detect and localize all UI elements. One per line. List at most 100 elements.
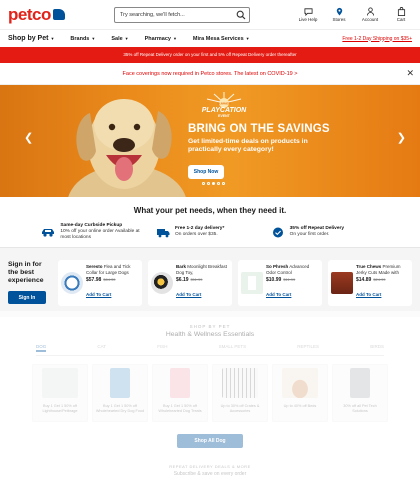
tab-dog[interactable]: DOG bbox=[36, 344, 47, 352]
badge-main-text: PLAYCATION bbox=[202, 107, 247, 114]
hero-subhead: Get limited-time deals on products in pr… bbox=[188, 138, 308, 153]
category-image bbox=[350, 368, 370, 398]
nav-services-label: Mira Mesa Services bbox=[192, 35, 244, 42]
product-card[interactable]: True Chews Premium Jerky Cuts Made with … bbox=[328, 259, 412, 306]
add-to-cart-link[interactable]: Add To Cart bbox=[266, 292, 291, 297]
category-card[interactable]: Up to 30% off Crates & Accessories bbox=[212, 364, 268, 422]
bag-icon bbox=[397, 7, 405, 16]
car-icon bbox=[42, 228, 55, 237]
live-help-label: Live Help bbox=[298, 17, 318, 22]
chevron-right-icon[interactable]: ❯ bbox=[397, 131, 406, 144]
product-was-price: $11.99 bbox=[283, 277, 296, 282]
product-card[interactable]: So Phresh Advanced Odor Control $10.99 $1… bbox=[238, 259, 322, 306]
product-price: $6.19 bbox=[176, 277, 189, 283]
nav-brands[interactable]: Brands ▼ bbox=[70, 36, 95, 42]
category-card[interactable]: 30% off all Pet Tech Solutions bbox=[332, 364, 388, 422]
repeat-check-icon bbox=[272, 227, 283, 237]
product-was-price: $24.99 bbox=[373, 277, 386, 282]
tab-reptiles[interactable]: REPTILES bbox=[297, 344, 319, 352]
shop-all-dog-button[interactable]: Shop All Dog bbox=[177, 434, 243, 448]
category-card[interactable]: Up to 40% off Beds bbox=[272, 364, 328, 422]
live-help-link[interactable]: Live Help bbox=[297, 7, 319, 22]
pet-tabs: DOG CAT FISH SMALL PETS REPTILES BIRDS bbox=[36, 344, 384, 356]
product-image[interactable] bbox=[61, 271, 83, 294]
category-card[interactable]: Buy 1 Get 1 50% off Wholehearted Dry Dog… bbox=[92, 364, 148, 422]
tab-cat[interactable]: CAT bbox=[97, 344, 106, 352]
carousel-dot[interactable] bbox=[212, 182, 215, 185]
product-image[interactable] bbox=[241, 271, 263, 294]
service-delivery-desc: On orders over $35. bbox=[174, 232, 218, 237]
chevron-left-icon[interactable]: ❮ bbox=[24, 131, 33, 144]
category-caption: Buy 1 Get 1 50% off Lighthouse/Petbrage bbox=[42, 404, 78, 413]
nav-pharmacy[interactable]: Pharmacy ▼ bbox=[145, 36, 177, 42]
carousel-dot[interactable] bbox=[217, 182, 220, 185]
product-price: $57.98 bbox=[86, 277, 102, 283]
category-caption: Up to 30% off Crates & Accessories bbox=[220, 404, 260, 413]
category-image bbox=[282, 368, 318, 398]
add-to-cart-link[interactable]: Add To Cart bbox=[356, 292, 381, 297]
carousel-dot[interactable] bbox=[222, 182, 225, 185]
close-icon[interactable]: ✕ bbox=[406, 68, 414, 79]
top-header: petco Try searching, we'll fetch... Live… bbox=[0, 0, 420, 30]
shop-by-pet-heading: Health & Wellness Essentials bbox=[165, 331, 255, 338]
free-shipping-link[interactable]: Free 1-2 Day Shipping on $35+ bbox=[342, 36, 412, 42]
shop-now-button[interactable]: Shop Now bbox=[188, 165, 224, 179]
chevron-down-icon: ▼ bbox=[245, 35, 250, 41]
category-caption: Up to 40% off Beds bbox=[283, 404, 317, 408]
nav-shop-by-pet-label: Shop by Pet bbox=[8, 35, 49, 42]
stores-label: Stores bbox=[332, 17, 346, 22]
footer-subtext: Subscribe & save on every order bbox=[173, 471, 247, 477]
product-was-price: $64.39 bbox=[103, 277, 116, 282]
category-cards: Buy 1 Get 1 50% off Lighthouse/Petbrage … bbox=[32, 364, 388, 422]
cart-link[interactable]: Cart bbox=[390, 7, 412, 22]
stores-link[interactable]: Stores bbox=[328, 7, 350, 22]
product-brand: Seresto bbox=[86, 264, 103, 269]
product-image[interactable] bbox=[331, 271, 353, 294]
product-card[interactable]: Seresto Flea and Tick Collar for Large D… bbox=[58, 259, 142, 306]
add-to-cart-link[interactable]: Add To Cart bbox=[86, 292, 111, 297]
nav-services[interactable]: Mira Mesa Services ▼ bbox=[193, 36, 250, 42]
main-nav: Shop by Pet ▼ Brands ▼ Sale ▼ Pharmacy ▼ Mir… bbox=[0, 30, 420, 47]
category-image bbox=[170, 368, 190, 398]
chat-icon bbox=[303, 8, 313, 16]
category-card[interactable]: Buy 1 Get 1 50% off Lighthouse/Petbrage bbox=[32, 364, 88, 422]
nav-shop-by-pet[interactable]: Shop by Pet ▼ bbox=[8, 35, 54, 42]
tab-fish[interactable]: FISH bbox=[157, 344, 167, 352]
product-card[interactable]: Bark Moonlight Breakfast Dog Toy, $6.19 $… bbox=[148, 259, 232, 306]
chevron-down-icon: ▼ bbox=[172, 35, 177, 41]
search-placeholder: Try searching, we'll fetch... bbox=[120, 11, 185, 18]
product-price: $14.89 bbox=[356, 277, 372, 283]
nav-pharmacy-label: Pharmacy bbox=[144, 35, 171, 42]
carousel-dot[interactable] bbox=[207, 182, 210, 185]
product-brand: True Chews bbox=[356, 264, 382, 269]
signin-panel: Sign in for the best experience Sign In bbox=[8, 261, 52, 304]
service-curbside-desc: 10% off your online order Available at m… bbox=[60, 229, 140, 240]
category-card[interactable]: Buy 1 Get 1 50% off Wholehearted Dog Tre… bbox=[152, 364, 208, 422]
header-actions: Live Help Stores Account Cart bbox=[297, 7, 412, 22]
covid-notice: Face coverings now required in Petco sto… bbox=[0, 63, 420, 85]
service-delivery[interactable]: Free 1-2 day delivery* On orders over $35… bbox=[156, 226, 264, 238]
hero-banner[interactable]: SUMMER PLAYCATION EVENT BRING ON THE SAV… bbox=[0, 85, 420, 197]
product-image[interactable] bbox=[151, 271, 173, 294]
playcation-badge: SUMMER PLAYCATION EVENT bbox=[202, 92, 247, 118]
petco-logo[interactable]: petco bbox=[8, 5, 72, 25]
service-repeat[interactable]: 35% off Repeat Delivery On your first ord… bbox=[271, 226, 379, 238]
tab-small-pets[interactable]: SMALL PETS bbox=[219, 344, 247, 352]
search-input[interactable]: Try searching, we'll fetch... bbox=[114, 6, 250, 23]
services-row: Same-day Curbside Pickup 10% off your onl… bbox=[0, 217, 420, 247]
nav-sale[interactable]: Sale ▼ bbox=[111, 36, 128, 42]
sign-in-button[interactable]: Sign In bbox=[8, 291, 46, 304]
account-link[interactable]: Account bbox=[359, 7, 381, 22]
covid-notice-link[interactable]: Face coverings now required in Petco sto… bbox=[123, 71, 298, 77]
cart-label: Cart bbox=[396, 17, 406, 22]
promo-bar[interactable]: 35% off Repeat Delivery order on your fi… bbox=[0, 47, 420, 63]
search-icon[interactable] bbox=[236, 10, 246, 20]
service-curbside[interactable]: Same-day Curbside Pickup 10% off your onl… bbox=[41, 223, 149, 241]
carousel-dot[interactable] bbox=[202, 182, 205, 185]
category-image bbox=[42, 368, 78, 398]
product-brand: So Phresh bbox=[266, 264, 289, 269]
category-image bbox=[222, 368, 258, 398]
petco-dog-logo-icon bbox=[52, 9, 65, 20]
tab-birds[interactable]: BIRDS bbox=[370, 344, 384, 352]
add-to-cart-link[interactable]: Add To Cart bbox=[176, 292, 201, 297]
